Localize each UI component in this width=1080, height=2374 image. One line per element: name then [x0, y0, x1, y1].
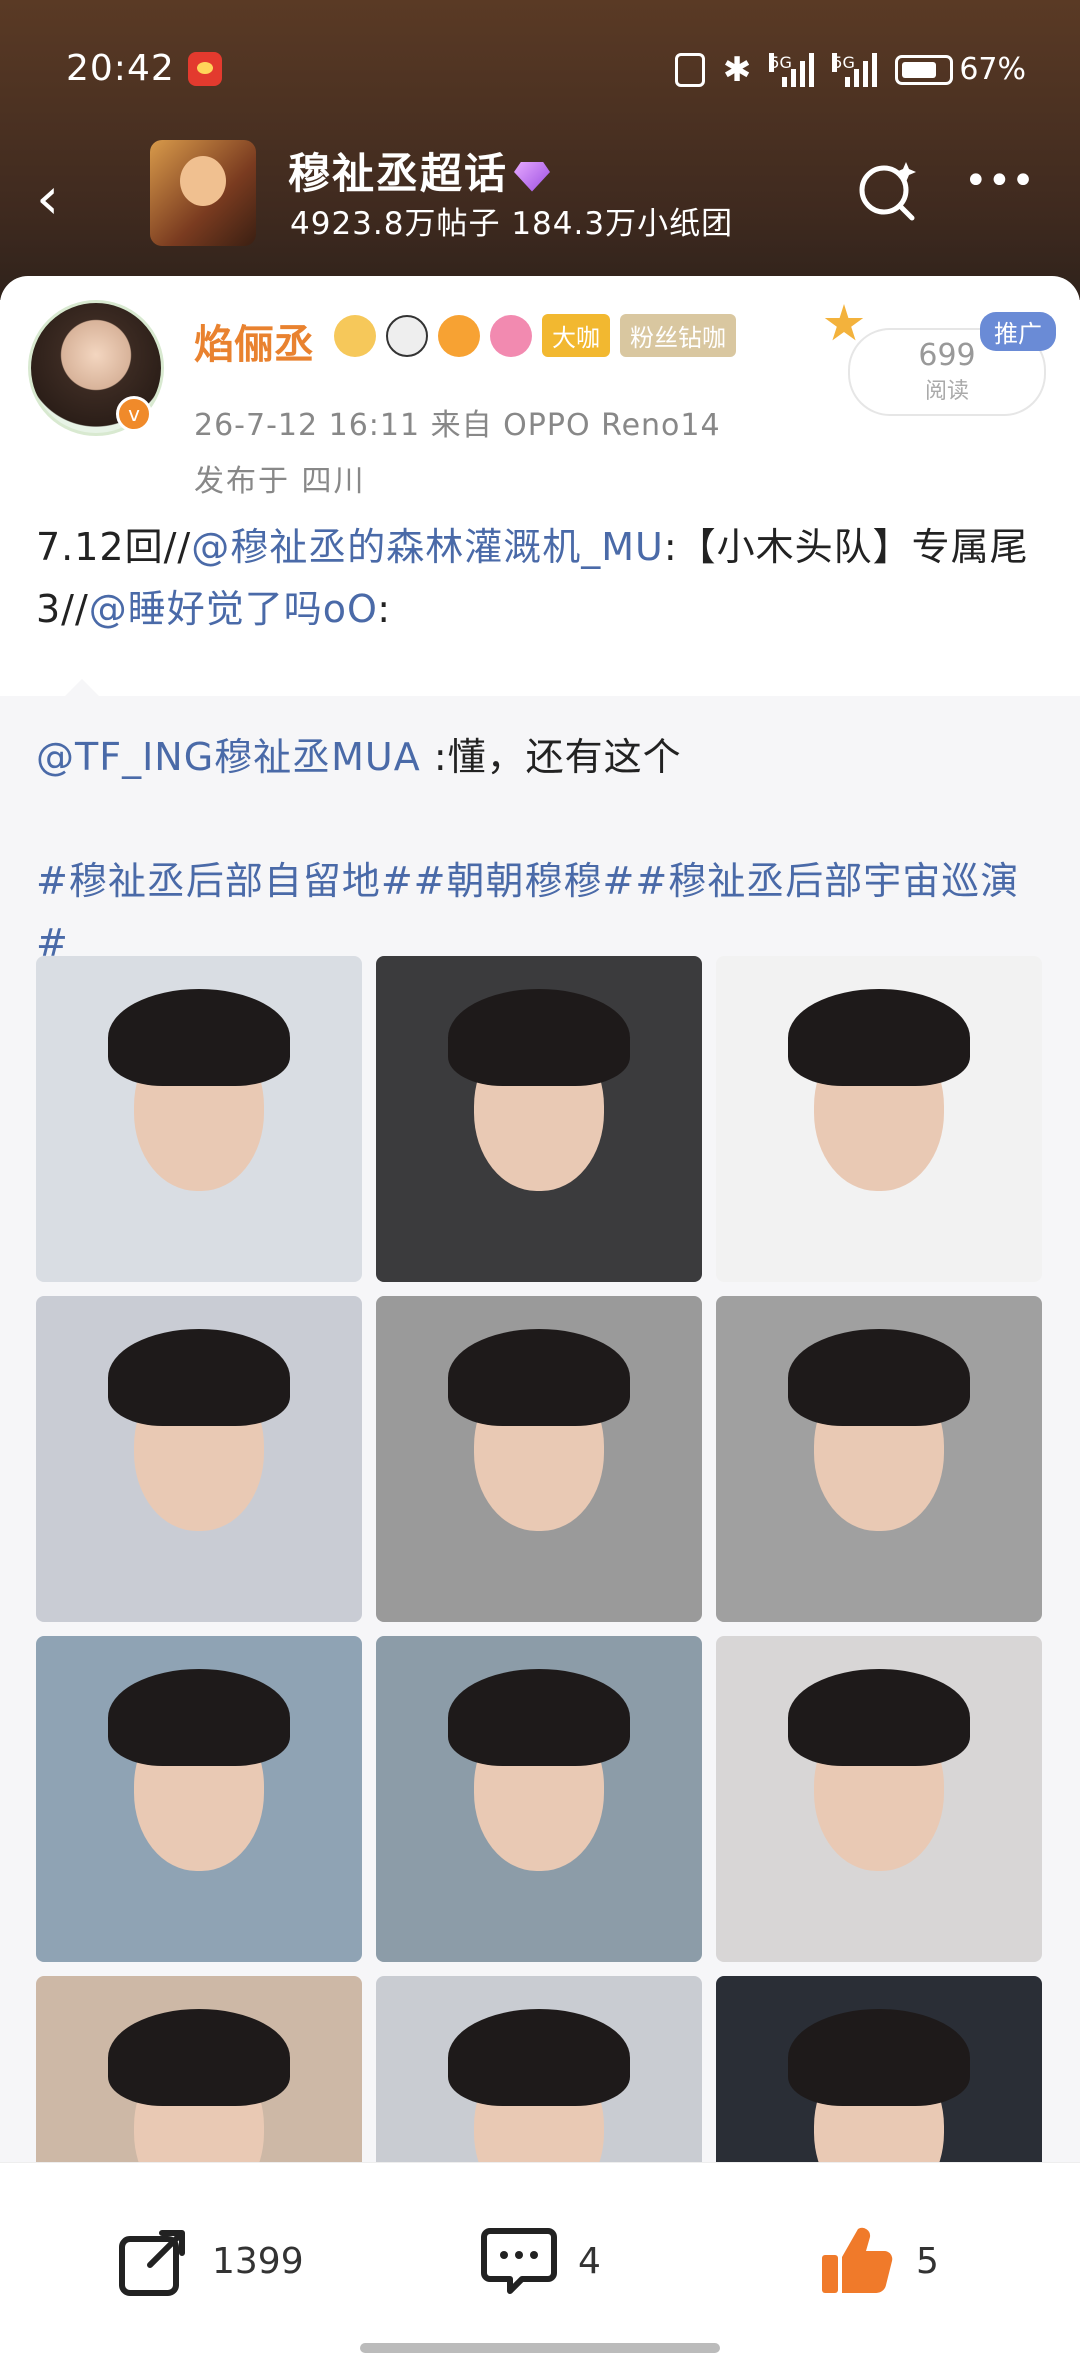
like-count: 5: [916, 2240, 939, 2282]
photo-thumbnail[interactable]: [376, 1636, 702, 1962]
topic-avatar[interactable]: [150, 140, 256, 246]
post-card: v 焰俪丞 大咖 粉丝钻咖 26-7-12 16:11 来自 OPPO Reno…: [0, 276, 1080, 2162]
photo-subject-hair: [107, 1668, 291, 1767]
diamond-icon: [514, 161, 551, 192]
photo-thumbnail[interactable]: [376, 1976, 702, 2162]
vibrate-icon: [674, 52, 705, 87]
photo-subject-hair: [447, 2008, 631, 2107]
photo-subject-hair: [447, 1328, 631, 1427]
share-icon: [119, 2230, 185, 2296]
user-badges: 大咖 粉丝钻咖: [334, 314, 736, 357]
photo-thumbnail[interactable]: [36, 1976, 362, 2162]
photo-subject-hair: [787, 1668, 971, 1767]
username[interactable]: 焰俪丞: [194, 312, 314, 370]
photo-thumbnail[interactable]: [36, 1296, 362, 1622]
comment-action[interactable]: 4: [480, 2223, 601, 2299]
photo-subject-hair: [447, 988, 631, 1087]
photo-thumbnail[interactable]: [376, 956, 702, 1282]
network-type-2: 5G: [832, 52, 855, 72]
photo-thumbnail[interactable]: [716, 1976, 1042, 2162]
back-button[interactable]: ‹: [36, 168, 96, 228]
comment-count: 4: [578, 2240, 601, 2282]
weibo-notification-icon: [188, 52, 222, 86]
fans-badge: 粉丝钻咖: [620, 314, 736, 357]
photo-thumbnail[interactable]: [36, 956, 362, 1282]
top-header: 20:42 ✱ 5G 5G 67% ‹ 穆祉丞超话 4923.8万帖子 184.…: [0, 0, 1080, 300]
photo-thumbnail[interactable]: [716, 1636, 1042, 1962]
photo-subject-hair: [787, 1328, 971, 1427]
status-icons: ✱ 5G 5G 67%: [674, 49, 1026, 90]
share-action[interactable]: 1399: [116, 2223, 304, 2299]
promo-badge: 推广: [980, 312, 1056, 351]
hashtag-links[interactable]: #穆祉丞后部自留地##朝朝穆穆##穆祉丞后部宇宙巡演#: [36, 859, 1019, 965]
photo-subject-hair: [107, 1328, 291, 1427]
battery-icon: [895, 54, 954, 85]
photo-subject-hair: [107, 2008, 291, 2107]
topic-title[interactable]: 穆祉丞超话: [288, 140, 551, 201]
signal-icon-2: 5G: [832, 52, 878, 87]
battery-percent: 67%: [959, 52, 1026, 87]
home-indicator: [360, 2343, 720, 2353]
topic-stats: 4923.8万帖子 184.3万小纸团: [290, 206, 734, 242]
bluetooth-icon: ✱: [722, 49, 752, 90]
photo-subject-hair: [787, 2008, 971, 2107]
status-bar: 20:42 ✱ 5G 5G 67%: [0, 0, 1080, 140]
fish-badge-icon: [438, 314, 480, 357]
repost-text: @TF_ING穆祉丞MUA :懂，还有这个 #穆祉丞后部自留地##朝朝穆穆##穆…: [36, 726, 1046, 974]
search-icon[interactable]: [852, 156, 922, 226]
photo-subject-hair: [787, 988, 971, 1087]
post-text-part: 7.12回//: [36, 525, 192, 569]
post-location: 发布于 四川: [194, 464, 366, 499]
post-text: 7.12回//@穆祉丞的森林灌溉机_MU:【小木头队】专属尾3//@睡好觉了吗o…: [36, 516, 1046, 640]
network-type-1: 5G: [769, 52, 792, 72]
signal-icon-1: 5G: [769, 52, 815, 87]
topic-title-text: 穆祉丞超话: [288, 149, 509, 198]
topic-nav: ‹ 穆祉丞超话 4923.8万帖子 184.3万小纸团 •••: [0, 140, 1080, 260]
photo-thumbnail[interactable]: [376, 1296, 702, 1622]
dakai-badge: 大咖: [542, 314, 610, 357]
battery-indicator: 67%: [895, 52, 1026, 87]
more-options-icon[interactable]: •••: [964, 161, 1035, 206]
diamond-badge-icon: [490, 314, 532, 357]
thumbs-up-icon: [822, 2227, 893, 2294]
mention-link[interactable]: @穆祉丞的森林灌溉机_MU: [191, 525, 664, 569]
share-count: 1399: [212, 2240, 304, 2282]
verified-badge-icon: v: [116, 396, 152, 432]
action-bar: 1399 4 5: [0, 2162, 1080, 2374]
photo-subject-hair: [107, 988, 291, 1087]
comment-icon: [481, 2228, 557, 2294]
photo-thumbnail[interactable]: [716, 956, 1042, 1282]
repost-notch: [65, 679, 99, 713]
photo-thumbnail[interactable]: [36, 1636, 362, 1962]
repost-mention-link[interactable]: @TF_ING穆祉丞MUA: [36, 735, 421, 779]
post-time-source: 26-7-12 16:11 来自 OPPO Reno14: [194, 408, 721, 443]
like-action[interactable]: 5: [818, 2223, 939, 2299]
mention-link[interactable]: @睡好觉了吗oO: [89, 587, 378, 631]
reposted-content[interactable]: @TF_ING穆祉丞MUA :懂，还有这个 #穆祉丞后部自留地##朝朝穆穆##穆…: [0, 679, 1080, 2162]
crown-badge-icon: [334, 314, 376, 357]
status-time: 20:42: [66, 48, 175, 89]
repost-body: :懂，还有这个: [420, 735, 682, 779]
post-text-part: :: [377, 587, 392, 631]
photo-subject-hair: [447, 1668, 631, 1767]
panda-badge-icon: [386, 314, 428, 357]
read-label: 阅读: [924, 379, 969, 404]
photo-thumbnail[interactable]: [716, 1296, 1042, 1622]
